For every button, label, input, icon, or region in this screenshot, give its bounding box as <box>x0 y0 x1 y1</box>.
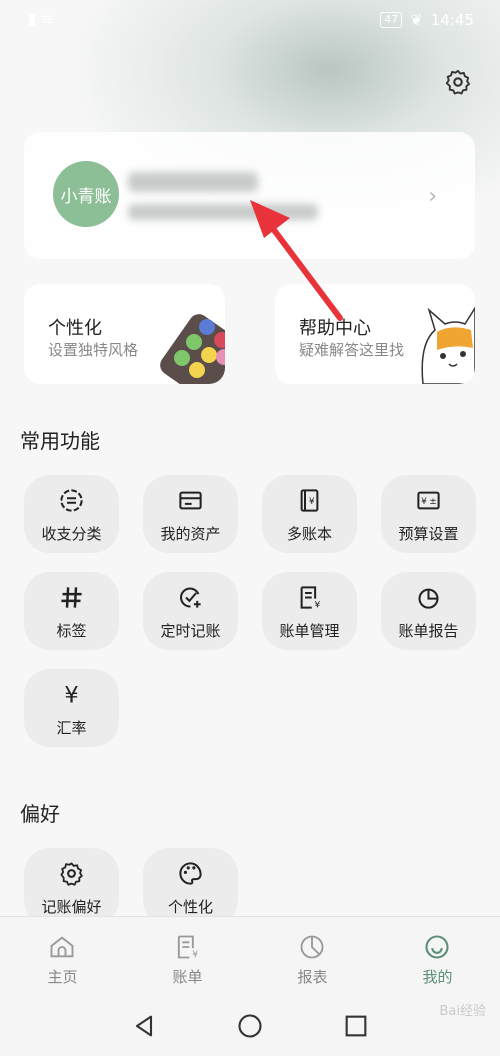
scheduled-label: 定时记账 <box>160 622 221 640</box>
tab-mine-label: 我的 <box>422 968 453 986</box>
bottom-tab-bar: 主页 ¥ 账单 报表 我的 <box>0 916 500 997</box>
signal-wifi-icons: ▮ ≋ <box>28 10 54 28</box>
scheduled-tile[interactable]: 定时记账 <box>143 572 238 650</box>
chevron-right-icon: › <box>428 184 437 209</box>
personalize-card[interactable]: 个性化 设置独特风格 <box>24 284 225 384</box>
status-bar: ▮ ≋ 47 ❦ 14:45 <box>0 0 500 42</box>
pie-chart-icon <box>418 588 439 609</box>
exchange-rate-tile[interactable]: ¥ 汇率 <box>24 669 119 747</box>
watermark: Bai经验 <box>439 1004 487 1019</box>
personalize-subtitle: 设置独特风格 <box>48 341 139 359</box>
color-palette-illustration-icon <box>160 314 225 384</box>
exchange-rate-label: 汇率 <box>56 719 87 737</box>
assets-tile[interactable]: 我的资产 <box>143 475 238 553</box>
cat-mascot-icon <box>421 306 475 384</box>
personalize-tile[interactable]: 个性化 <box>143 848 238 926</box>
smile-icon <box>425 935 449 959</box>
svg-text:¥: ¥ <box>64 682 78 708</box>
svg-text:¥: ¥ <box>315 601 321 611</box>
ledger-icon: ¥ <box>300 489 319 512</box>
tab-home[interactable]: 主页 <box>0 917 125 997</box>
tab-reports[interactable]: 报表 <box>250 917 375 997</box>
bill-icon: ¥ <box>177 935 198 961</box>
battery-indicator: 47 <box>380 12 403 28</box>
status-time: 14:45 <box>430 11 474 29</box>
bill-report-tile[interactable]: 账单报告 <box>381 572 476 650</box>
help-center-card[interactable]: 帮助中心 疑难解答这里找 <box>275 284 475 384</box>
tab-home-label: 主页 <box>47 968 78 986</box>
svg-text:¥: ¥ <box>421 497 427 507</box>
gear-icon <box>60 862 83 886</box>
category-label: 收支分类 <box>41 525 102 543</box>
svg-text:±: ± <box>429 497 437 507</box>
budget-label: 预算设置 <box>398 525 459 543</box>
leaf-icon: ❦ <box>410 11 423 29</box>
personalize-tile-label: 个性化 <box>167 898 213 916</box>
chart-icon <box>300 935 324 959</box>
tags-tile[interactable]: 标签 <box>24 572 119 650</box>
preferences-heading: 偏好 <box>20 802 60 826</box>
bill-management-tile[interactable]: ¥ 账单管理 <box>262 572 357 650</box>
avatar: 小青账 <box>53 161 119 227</box>
system-navigation-bar <box>0 996 500 1056</box>
blurred-username <box>128 172 258 192</box>
svg-text:¥: ¥ <box>192 950 198 961</box>
common-functions-heading: 常用功能 <box>20 429 100 453</box>
scheduled-check-icon <box>180 587 201 608</box>
home-circle-icon[interactable] <box>236 1012 264 1040</box>
tab-mine[interactable]: 我的 <box>375 917 500 997</box>
bill-report-label: 账单报告 <box>398 622 459 640</box>
bill-icon: ¥ <box>300 586 321 611</box>
home-icon <box>50 936 74 958</box>
assets-label: 我的资产 <box>160 525 221 543</box>
yen-icon: ¥ <box>64 682 78 708</box>
tab-bills-label: 账单 <box>172 968 203 986</box>
tags-label: 标签 <box>56 622 87 640</box>
tab-bills[interactable]: ¥ 账单 <box>125 917 250 997</box>
bookkeeping-preference-tile[interactable]: 记账偏好 <box>24 848 119 926</box>
tab-reports-label: 报表 <box>297 968 328 986</box>
budget-icon: ¥ ± <box>417 491 440 510</box>
multi-ledger-label: 多账本 <box>286 525 332 543</box>
category-tile[interactable]: 收支分类 <box>24 475 119 553</box>
back-triangle-icon[interactable] <box>130 1012 158 1040</box>
blurred-user-info <box>128 204 318 220</box>
multi-ledger-tile[interactable]: ¥ 多账本 <box>262 475 357 553</box>
recents-square-icon[interactable] <box>342 1012 370 1040</box>
personalize-title: 个性化 <box>48 318 102 339</box>
budget-tile[interactable]: ¥ ± 预算设置 <box>381 475 476 553</box>
help-center-subtitle: 疑难解答这里找 <box>299 341 405 359</box>
settings-gear-icon[interactable] <box>444 68 472 96</box>
bookkeeping-preference-label: 记账偏好 <box>41 898 102 916</box>
card-icon <box>179 491 202 510</box>
bill-management-label: 账单管理 <box>279 622 340 640</box>
profile-card[interactable]: 小青账 › <box>24 132 475 259</box>
svg-text:¥: ¥ <box>309 497 315 507</box>
hashtag-icon <box>61 587 82 608</box>
category-icon <box>60 489 83 512</box>
palette-icon <box>179 862 202 885</box>
help-center-title: 帮助中心 <box>299 318 371 339</box>
